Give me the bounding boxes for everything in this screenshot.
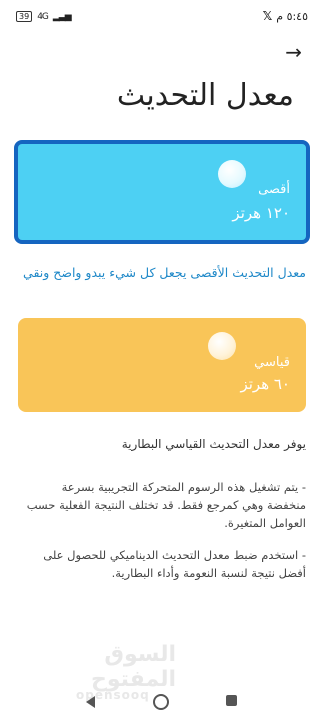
refresh-option-max[interactable]: أقصى ١٢٠ هرتز bbox=[14, 140, 310, 244]
option-value: ١٢٠ هرتز bbox=[232, 204, 290, 222]
option-label: أقصى bbox=[258, 182, 290, 197]
animation-ball-icon bbox=[208, 332, 236, 360]
clock: ٥:٤٥ م bbox=[276, 9, 308, 23]
page-title: معدل التحديث bbox=[116, 78, 294, 113]
signal-bars-icon: ▂▃▅ bbox=[52, 11, 72, 22]
refresh-option-standard[interactable]: قياسي ٦٠ هرتز bbox=[18, 318, 306, 412]
status-bar-left: 39 4G ▂▃▅ bbox=[16, 11, 72, 22]
network-type: 4G bbox=[37, 11, 49, 22]
status-bar-right: 𝕏 ٥:٤٥ م bbox=[263, 9, 308, 23]
status-bar: 39 4G ▂▃▅ 𝕏 ٥:٤٥ م bbox=[0, 0, 324, 34]
info-item: - استخدم ضبط معدل التحديث الديناميكي للح… bbox=[43, 548, 306, 580]
battery-icon: 39 bbox=[16, 11, 33, 22]
nav-recents-icon[interactable] bbox=[226, 695, 237, 706]
animation-ball-icon bbox=[218, 160, 246, 188]
watermark-arabic: السوق المفتوح bbox=[90, 642, 176, 692]
back-arrow-icon[interactable]: → bbox=[285, 40, 302, 64]
info-title: يوفر معدل التحديث القياسي البطارية bbox=[121, 437, 306, 451]
x-logo-icon: 𝕏 bbox=[262, 9, 273, 23]
option-label: قياسي bbox=[254, 355, 290, 370]
nav-home-icon[interactable] bbox=[153, 694, 169, 710]
info-item: - يتم تشغيل هذه الرسوم المتحركة التجريبي… bbox=[26, 480, 306, 530]
refresh-description: معدل التحديث الأقصى يجعل كل شيء يبدو واض… bbox=[23, 265, 306, 280]
nav-back-icon[interactable] bbox=[86, 696, 95, 708]
option-value: ٦٠ هرتز bbox=[240, 375, 290, 393]
navigation-bar bbox=[0, 690, 324, 714]
